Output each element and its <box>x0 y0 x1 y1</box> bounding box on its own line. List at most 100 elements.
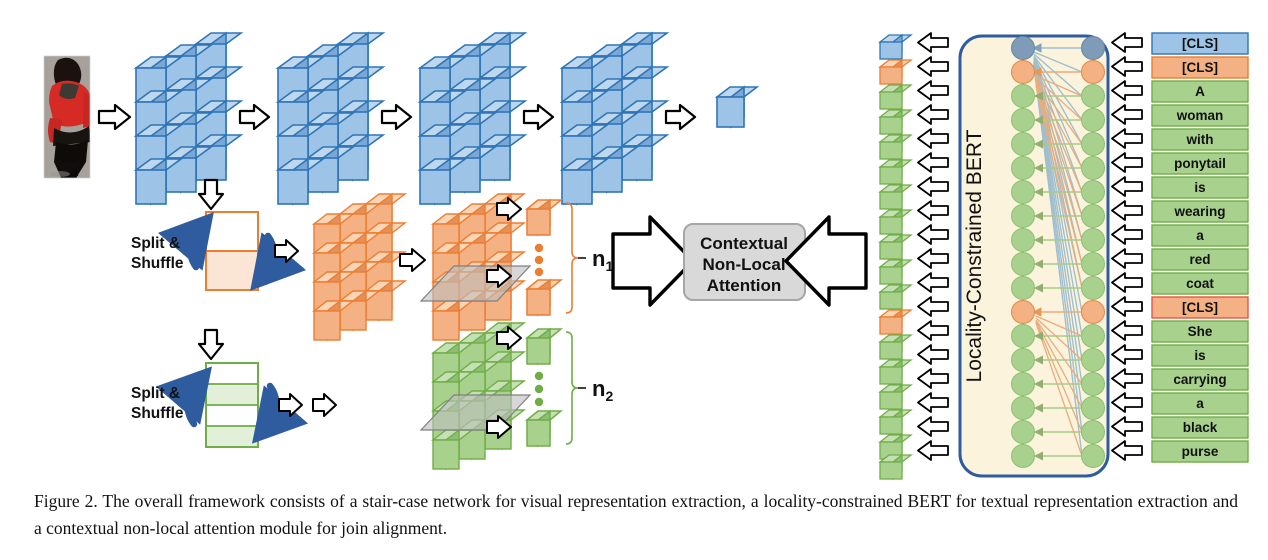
attention-label-line2: Non-Local <box>702 255 785 274</box>
token-box[interactable]: is <box>1151 176 1249 199</box>
token-box[interactable]: A <box>1151 80 1249 103</box>
flow-arrow-photo-to-cnn1 <box>97 103 132 131</box>
left-arrow-icon <box>917 80 949 101</box>
left-arrow-icon <box>917 32 949 53</box>
figure-caption: Figure 2. The overall framework consists… <box>34 488 1238 542</box>
token-label: carrying <box>1173 372 1226 387</box>
token-cube <box>878 283 913 311</box>
left-arrow-icon <box>1111 272 1143 293</box>
token-label: ponytail <box>1174 156 1226 171</box>
token-box[interactable]: coat <box>1151 272 1249 295</box>
token-cube <box>878 108 913 136</box>
token-box[interactable]: with <box>1151 128 1249 151</box>
split-shuffle-orange-label-line2: Shuffle <box>131 255 184 272</box>
token-label: [CLS] <box>1182 60 1218 75</box>
left-arrow-icon <box>1111 200 1143 221</box>
caption-number: Figure 2. <box>34 491 98 511</box>
left-arrow-icon <box>917 176 949 197</box>
left-arrow-icon <box>1111 416 1143 437</box>
token-label: is <box>1194 180 1205 195</box>
token-cube <box>878 58 913 86</box>
token-label: [CLS] <box>1182 300 1218 315</box>
left-arrow-icon <box>1111 248 1143 269</box>
token-box[interactable]: ponytail <box>1151 152 1249 175</box>
token-label: wearing <box>1173 204 1225 219</box>
cnn-stage-2 <box>275 31 386 206</box>
token-box[interactable]: black <box>1151 416 1249 439</box>
left-arrow-icon <box>917 392 949 413</box>
flow-arrow-to-green-blocks <box>312 393 337 417</box>
token-cube <box>878 208 913 236</box>
left-arrow-icon <box>1111 128 1143 149</box>
token-box[interactable]: is <box>1151 344 1249 367</box>
token-label: woman <box>1176 108 1224 123</box>
token-box[interactable]: [CLS] <box>1151 56 1249 79</box>
down-arrow-to-green-split <box>197 328 225 361</box>
token-label: She <box>1188 324 1213 339</box>
locality-constrained-bert-module[interactable]: Locality-Constrained BERT <box>958 34 1110 478</box>
input-person-photo <box>43 55 91 179</box>
flow-arrow-cnn2-to-cnn3 <box>380 103 413 131</box>
framework-figure: Split & Shuffle n1 Split & Shuffle n2 Co… <box>0 0 1268 486</box>
attention-label-line3: Attention <box>707 276 782 295</box>
left-arrow-icon <box>1111 344 1143 365</box>
token-box[interactable]: a <box>1151 392 1249 415</box>
left-arrow-icon <box>1111 320 1143 341</box>
token-cube <box>878 383 913 411</box>
split-shuffle-orange-label-line1: Split & <box>131 235 180 252</box>
token-cube <box>878 358 913 386</box>
left-arrow-icon <box>1111 80 1143 101</box>
split-shuffle-green-label-line1: Split & <box>131 385 180 402</box>
token-input-arrows <box>1111 32 1143 461</box>
left-arrow-icon <box>917 200 949 221</box>
token-label: red <box>1189 252 1210 267</box>
left-arrow-icon <box>917 368 949 389</box>
split-shuffle-orange-group: Split & Shuffle <box>131 211 307 291</box>
token-box[interactable]: [CLS] <box>1151 296 1249 319</box>
left-arrow-icon <box>1111 440 1143 461</box>
token-embedding-cube-stack <box>878 33 913 481</box>
token-label: purse <box>1182 444 1219 459</box>
left-arrow-icon <box>917 224 949 245</box>
n1-label: n1 <box>592 246 613 274</box>
token-box[interactable]: purse <box>1151 440 1249 463</box>
token-box[interactable]: carrying <box>1151 368 1249 391</box>
token-box[interactable]: red <box>1151 248 1249 271</box>
left-arrow-icon <box>1111 176 1143 197</box>
token-cube <box>878 83 913 111</box>
token-cube <box>878 133 913 161</box>
token-box[interactable]: [CLS] <box>1151 32 1249 55</box>
token-label: [CLS] <box>1182 36 1218 51</box>
token-cube <box>878 33 913 61</box>
token-box[interactable]: She <box>1151 320 1249 343</box>
token-cube <box>878 183 913 211</box>
n2-label: n2 <box>592 376 613 404</box>
left-arrow-icon <box>917 416 949 437</box>
left-arrow-icon <box>917 248 949 269</box>
cnn-stage-3 <box>417 31 528 206</box>
token-text-list: [CLS] [CLS] A woman with ponytail is wea… <box>1151 32 1249 463</box>
left-arrow-icon <box>917 56 949 77</box>
left-arrow-icon <box>917 152 949 173</box>
caption-text: The overall framework consists of a stai… <box>34 491 1238 539</box>
token-box[interactable]: woman <box>1151 104 1249 127</box>
token-cube <box>878 258 913 286</box>
down-arrow-to-orange-split <box>197 178 225 211</box>
split-shuffle-green-group: Split & Shuffle <box>131 362 309 448</box>
flow-arrow-cnn4-to-global <box>664 103 697 131</box>
token-label: A <box>1195 84 1205 99</box>
left-arrow-icon <box>917 104 949 125</box>
token-box[interactable]: wearing <box>1151 200 1249 223</box>
attention-input-arrow-left <box>611 215 695 307</box>
token-label: black <box>1183 420 1218 435</box>
cnn-stage-4 <box>559 31 670 206</box>
left-arrow-icon <box>1111 152 1143 173</box>
left-arrow-icon <box>1111 224 1143 245</box>
flow-arrow-cnn1-to-cnn2 <box>238 103 271 131</box>
flow-arrow-cnn3-to-cnn4 <box>522 103 555 131</box>
global-visual-feature-cube <box>714 85 760 129</box>
left-arrow-icon <box>917 128 949 149</box>
bert-title: Locality-Constrained BERT <box>963 129 986 382</box>
token-cube <box>878 158 913 186</box>
token-box[interactable]: a <box>1151 224 1249 247</box>
